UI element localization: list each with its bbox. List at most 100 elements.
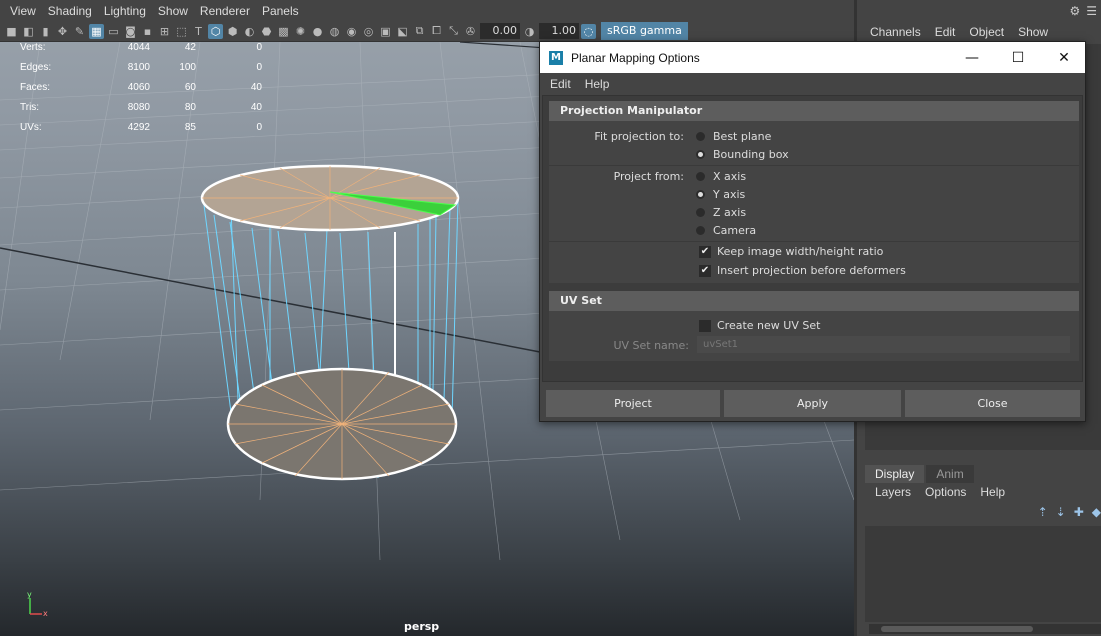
- attribute-editor-icon[interactable]: ☰: [1086, 4, 1097, 18]
- tool-settings-icon[interactable]: ⚙: [1069, 4, 1080, 18]
- dialog-titlebar[interactable]: M Planar Mapping Options — ☐ ✕: [540, 42, 1085, 73]
- divider: [549, 241, 1079, 242]
- project-button[interactable]: Project: [546, 390, 720, 417]
- axis-x-label: x: [43, 609, 48, 618]
- wireframe-icon[interactable]: ⬡: [208, 23, 223, 39]
- minimize-button[interactable]: —: [949, 42, 995, 73]
- bookmark-icon[interactable]: ▮: [38, 24, 53, 39]
- menu-layers[interactable]: Layers: [875, 485, 911, 499]
- fit-projection-label: Fit projection to:: [594, 130, 684, 143]
- field-chart-icon[interactable]: ⊞: [157, 24, 172, 39]
- menu-renderer[interactable]: Renderer: [200, 4, 250, 18]
- tab-anim[interactable]: Anim: [926, 465, 974, 483]
- dialog-title: Planar Mapping Options: [571, 50, 700, 65]
- dof-icon[interactable]: ▣: [378, 24, 393, 39]
- menu-shading[interactable]: Shading: [48, 4, 92, 18]
- color-management-icon[interactable]: ◌: [581, 23, 596, 39]
- xray-icon[interactable]: ⧉: [412, 24, 427, 39]
- menu-options[interactable]: Options: [925, 485, 966, 499]
- color-space-dropdown[interactable]: sRGB gamma: [601, 22, 688, 40]
- new-layer-selected-icon[interactable]: ◆: [1092, 505, 1101, 519]
- menu-show[interactable]: Show: [1018, 25, 1048, 39]
- move-layer-up-icon[interactable]: ⇡: [1038, 505, 1048, 519]
- textured-icon[interactable]: ▩: [276, 24, 291, 39]
- close-window-button[interactable]: ✕: [1041, 42, 1087, 73]
- maximize-button[interactable]: ☐: [995, 42, 1041, 73]
- menu-edit[interactable]: Edit: [935, 25, 956, 39]
- grid-icon[interactable]: ▦: [89, 23, 104, 39]
- move-layer-down-icon[interactable]: ⇣: [1056, 505, 1066, 519]
- uvset-name-field[interactable]: uvSet1: [697, 336, 1070, 353]
- project-from-label: Project from:: [613, 170, 684, 183]
- shadows-icon[interactable]: ●: [310, 24, 325, 39]
- menu-show[interactable]: Show: [158, 4, 188, 18]
- layer-tools: ⇡ ⇣ ✚ ◆: [1038, 505, 1101, 519]
- anti-aliasing-icon[interactable]: ◎: [361, 24, 376, 39]
- camera-select-icon[interactable]: ■: [4, 24, 19, 39]
- panel-top-icons: ⚙ ☰: [857, 0, 1101, 21]
- menu-panels[interactable]: Panels: [262, 4, 299, 18]
- radio-y-axis[interactable]: Y axis: [696, 188, 745, 201]
- menu-view[interactable]: View: [10, 4, 36, 18]
- uv-set-body: Create new UV Set UV Set name: uvSet1: [549, 311, 1079, 361]
- lights-icon[interactable]: ✺: [293, 24, 308, 39]
- menu-help[interactable]: Help: [980, 485, 1005, 499]
- radio-x-axis[interactable]: X axis: [696, 170, 746, 183]
- radio-camera[interactable]: Camera: [696, 224, 756, 237]
- image-plane-icon[interactable]: ✥: [55, 24, 70, 39]
- menu-channels[interactable]: Channels: [870, 25, 921, 39]
- section-uv-set[interactable]: UV Set: [549, 291, 1079, 311]
- gamma-icon[interactable]: ◑: [522, 24, 537, 39]
- radio-best-plane[interactable]: Best plane: [696, 130, 771, 143]
- radio-bounding-box[interactable]: Bounding box: [696, 148, 789, 161]
- film-gate-icon[interactable]: ▭: [106, 24, 121, 39]
- section-projection-manipulator[interactable]: Projection Manipulator: [549, 101, 1079, 121]
- smooth-shade-icon[interactable]: ⬢: [225, 24, 240, 39]
- resolution-gate-icon[interactable]: ◙: [123, 24, 138, 39]
- wireframe-on-shaded-icon[interactable]: ⬣: [259, 24, 274, 39]
- gamma-field[interactable]: 1.00: [539, 23, 579, 39]
- menu-object[interactable]: Object: [969, 25, 1004, 39]
- menu-lighting[interactable]: Lighting: [104, 4, 146, 18]
- xray-joints-icon[interactable]: ⤡: [446, 24, 461, 39]
- axis-y-label: y: [27, 590, 32, 599]
- keep-ratio-checkbox[interactable]: ✔ Keep image width/height ratio: [699, 245, 883, 258]
- scrollbar-thumb[interactable]: [881, 626, 1033, 632]
- dialog-menu-help[interactable]: Help: [585, 77, 610, 91]
- uvset-name-label: UV Set name:: [613, 339, 689, 352]
- tab-display[interactable]: Display: [865, 465, 925, 483]
- exposure-icon[interactable]: ✇: [463, 24, 478, 39]
- default-material-icon[interactable]: ◐: [242, 24, 257, 39]
- exposure-field[interactable]: 0.00: [480, 23, 520, 39]
- layer-list[interactable]: [865, 526, 1101, 622]
- safe-action-icon[interactable]: ⬚: [174, 24, 189, 39]
- xray-active-icon[interactable]: ⧠: [429, 24, 444, 39]
- maya-logo-icon: M: [549, 50, 563, 65]
- checkmark-icon: ✔: [699, 264, 711, 277]
- dialog-body: Projection Manipulator Fit projection to…: [542, 95, 1083, 382]
- create-new-uvset-checkbox[interactable]: Create new UV Set: [699, 319, 820, 332]
- viewport-toolbar: ■ ◧ ▮ ✥ ✎ ▦ ▭ ◙ ▪ ⊞ ⬚ T ⬡ ⬢ ◐ ⬣ ▩ ✺ ● ◍ …: [0, 21, 854, 42]
- new-layer-icon[interactable]: ✚: [1074, 505, 1084, 519]
- dialog-menu-edit[interactable]: Edit: [550, 77, 571, 91]
- axis-gizmo-icon: y x: [27, 590, 48, 618]
- hud-row-faces: Faces: 4060 60 40: [20, 82, 262, 93]
- viewport-menubar: View Shading Lighting Show Renderer Pane…: [0, 0, 854, 21]
- camera-attributes-icon[interactable]: ◧: [21, 24, 36, 39]
- layer-menubar: Layers Options Help: [875, 485, 1019, 499]
- grease-pencil-icon[interactable]: ✎: [72, 24, 87, 39]
- motion-blur-icon[interactable]: ◉: [344, 24, 359, 39]
- divider: [549, 165, 1079, 166]
- safe-title-icon[interactable]: T: [191, 24, 206, 39]
- screen-space-ao-icon[interactable]: ◍: [327, 24, 342, 39]
- checkmark-icon: ✔: [699, 245, 711, 258]
- radio-z-axis[interactable]: Z axis: [696, 206, 746, 219]
- apply-button[interactable]: Apply: [724, 390, 901, 417]
- channel-box-menubar: Channels Edit Object Show: [857, 21, 1101, 43]
- poly-count-hud: Verts: 4044 42 0 Edges: 8100 100 0 Faces…: [20, 42, 262, 142]
- insert-before-deformers-checkbox[interactable]: ✔ Insert projection before deformers: [699, 264, 906, 277]
- gate-mask-icon[interactable]: ▪: [140, 24, 155, 39]
- layer-horizontal-scrollbar[interactable]: [869, 624, 1101, 634]
- close-button[interactable]: Close: [905, 390, 1080, 417]
- isolate-select-icon[interactable]: ⬕: [395, 24, 410, 39]
